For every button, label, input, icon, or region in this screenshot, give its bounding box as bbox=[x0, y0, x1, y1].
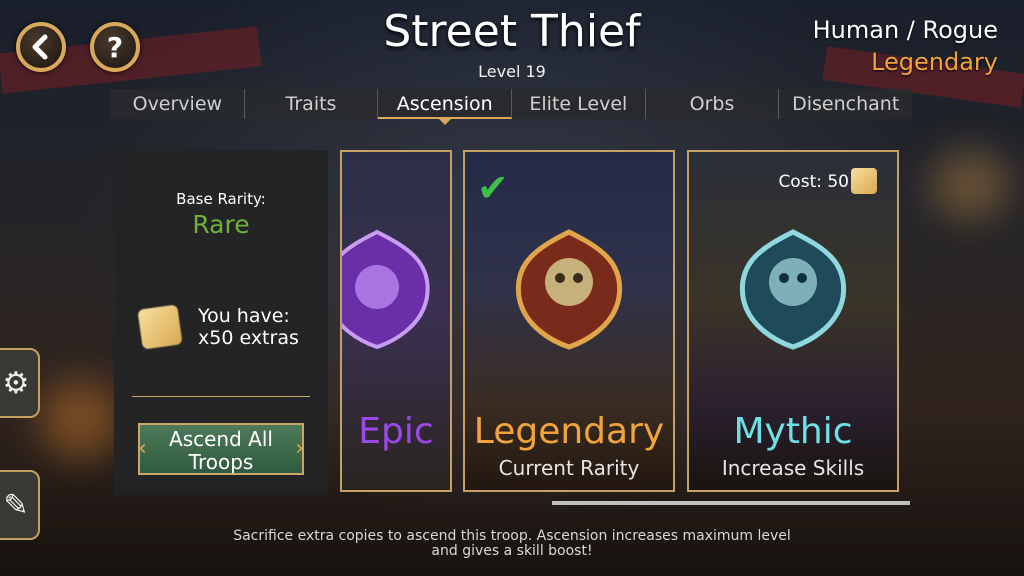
teal-crest-icon bbox=[739, 229, 847, 350]
card-rarity-legendary: Legendary bbox=[473, 411, 665, 452]
ascension-info-panel: Base Rarity: Rare You have: x50 extras ‹… bbox=[114, 150, 328, 495]
ascend-label-2: Troops bbox=[188, 450, 254, 474]
rarity-card-epic[interactable]: Epic bbox=[340, 150, 452, 492]
notes-icon: ✎ bbox=[3, 487, 29, 523]
ascension-shard-icon bbox=[137, 304, 183, 350]
settings-side-button[interactable]: ⚙ bbox=[0, 348, 40, 418]
extras-label: You have: bbox=[198, 305, 290, 327]
chevron-left-icon: ‹ bbox=[138, 436, 147, 461]
card-rarity-mythic: Mythic bbox=[733, 411, 853, 452]
purple-crest-icon bbox=[342, 229, 430, 350]
hint-line-1: Sacrifice extra copies to ascend this tr… bbox=[233, 528, 791, 544]
extras-value: x50 extras bbox=[198, 327, 299, 349]
card-subtitle-legendary: Current Rarity bbox=[498, 456, 640, 480]
chevron-right-icon: › bbox=[295, 436, 304, 461]
panel-divider bbox=[132, 396, 310, 397]
card-subtitle-mythic: Increase Skills bbox=[721, 456, 865, 480]
cards-scrollbar[interactable] bbox=[552, 501, 910, 505]
tab-elite-level[interactable]: Elite Level bbox=[512, 89, 646, 119]
extras-count: You have: x50 extras bbox=[198, 305, 299, 349]
tab-bar: Overview Traits Ascension Elite Level Or… bbox=[111, 89, 912, 125]
cost-shard-icon bbox=[851, 168, 877, 194]
ascension-hint: Sacrifice extra copies to ascend this tr… bbox=[0, 529, 1024, 559]
gear-icon: ⚙ bbox=[2, 365, 30, 401]
tab-disenchant[interactable]: Disenchant bbox=[779, 89, 912, 119]
check-icon: ✔ bbox=[477, 166, 509, 210]
rarity-card-mythic[interactable]: Cost: 50 Mythic Increase Skills bbox=[687, 150, 899, 492]
tab-ascension[interactable]: Ascension bbox=[378, 89, 513, 125]
ascend-label-1: Ascend All bbox=[169, 427, 273, 451]
rarity-card-legendary[interactable]: ✔ Legendary Current Rarity bbox=[463, 150, 675, 492]
gold-crest-icon bbox=[515, 229, 623, 350]
card-rarity-epic: Epic bbox=[358, 411, 434, 452]
base-rarity-label: Base Rarity: bbox=[176, 190, 266, 208]
base-rarity-value: Rare bbox=[192, 210, 250, 239]
lantern-glow bbox=[40, 380, 120, 460]
tab-orbs[interactable]: Orbs bbox=[646, 89, 780, 119]
ascend-all-button[interactable]: ‹ Ascend All Troops › bbox=[138, 423, 304, 475]
tab-traits[interactable]: Traits bbox=[245, 89, 379, 119]
ascension-cost: Cost: 50 bbox=[778, 172, 849, 192]
hint-line-2: and gives a skill boost! bbox=[431, 543, 593, 559]
troop-rarity: Legendary bbox=[871, 48, 998, 76]
race-class: Human / Rogue bbox=[812, 16, 998, 44]
window-glow bbox=[930, 150, 1010, 220]
tab-overview[interactable]: Overview bbox=[111, 89, 245, 119]
